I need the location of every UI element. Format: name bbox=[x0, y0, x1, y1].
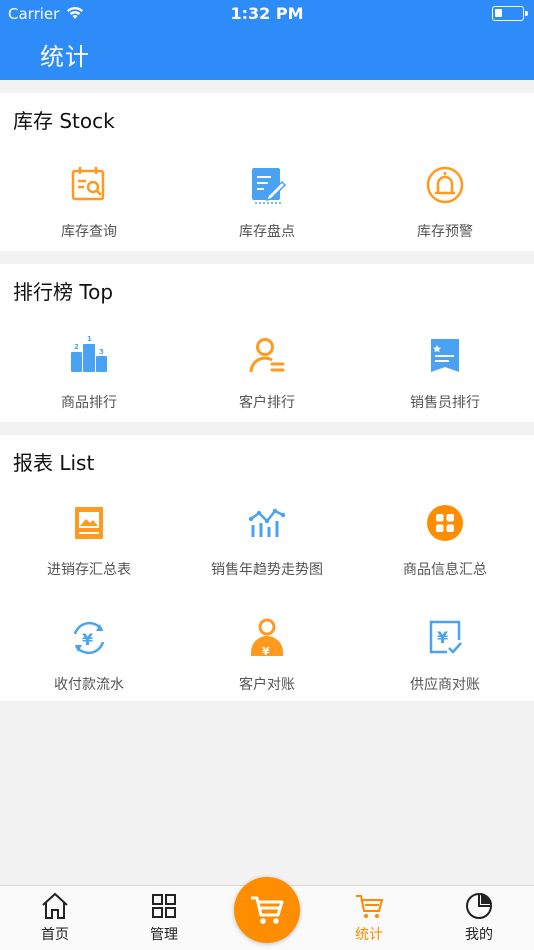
inventory-count-icon bbox=[252, 168, 287, 204]
product-ranking-item[interactable]: 2 1 3 商品排行 bbox=[0, 334, 178, 412]
yuan-check-icon: ¥ bbox=[429, 620, 462, 654]
payment-flow-item[interactable]: ¥ 收付款流水 bbox=[0, 616, 178, 694]
grid-icon bbox=[152, 894, 176, 918]
item-label: 库存预警 bbox=[417, 224, 473, 240]
item-label: 收付款流水 bbox=[54, 677, 124, 693]
svg-text:¥: ¥ bbox=[262, 645, 270, 658]
inventory-alarm-icon bbox=[426, 166, 464, 204]
tab-label: 我的 bbox=[465, 927, 493, 943]
svg-text:3: 3 bbox=[99, 348, 104, 356]
section-title: 报表 List bbox=[13, 451, 95, 475]
item-label: 销售员排行 bbox=[410, 395, 480, 411]
battery-icon bbox=[492, 6, 528, 21]
cart-icon bbox=[356, 895, 384, 918]
yuan-cycle-icon: ¥ bbox=[73, 621, 105, 655]
trend-chart-icon bbox=[248, 508, 286, 537]
tab-mine[interactable]: 我的 bbox=[439, 886, 519, 950]
item-label: 客户对账 bbox=[239, 677, 295, 693]
supplier-reconciliation-item[interactable]: ¥ 供应商对账 bbox=[356, 616, 534, 694]
tab-statistics[interactable]: 统计 bbox=[329, 886, 409, 950]
clock: 1:32 PM bbox=[230, 4, 304, 23]
svg-text:¥: ¥ bbox=[82, 630, 93, 649]
inventory-summary-item[interactable]: 进销存汇总表 bbox=[0, 501, 178, 579]
podium-icon: 2 1 3 bbox=[71, 335, 107, 372]
inventory-query-item[interactable]: 库存查询 bbox=[0, 163, 178, 241]
customer-reconciliation-item[interactable]: ¥ 客户对账 bbox=[178, 616, 356, 694]
top-bar: Carrier 1:32 PM 统计 bbox=[0, 0, 534, 80]
section-title: 排行榜 Top bbox=[13, 280, 114, 304]
svg-text:¥: ¥ bbox=[437, 628, 448, 647]
badge-list-icon bbox=[431, 339, 459, 372]
item-label: 供应商对账 bbox=[410, 677, 480, 693]
grid-circle-icon bbox=[427, 505, 463, 541]
item-label: 商品信息汇总 bbox=[403, 562, 487, 578]
customer-ranking-item[interactable]: 客户排行 bbox=[178, 334, 356, 412]
cart-icon bbox=[251, 896, 284, 924]
tab-manage[interactable]: 管理 bbox=[124, 886, 204, 950]
svg-text:2: 2 bbox=[74, 343, 79, 351]
item-label: 客户排行 bbox=[239, 395, 295, 411]
section-top: 排行榜 Top 2 1 3 商品排行 客户排行 销售员排行 bbox=[0, 264, 534, 422]
status-bar: Carrier 1:32 PM bbox=[0, 0, 534, 28]
home-icon bbox=[42, 892, 68, 919]
svg-text:1: 1 bbox=[87, 335, 92, 343]
section-title: 库存 Stock bbox=[13, 109, 115, 133]
tab-home[interactable]: 首页 bbox=[15, 886, 95, 950]
pie-icon bbox=[466, 893, 492, 919]
item-label: 商品排行 bbox=[61, 395, 117, 411]
picture-report-icon bbox=[75, 507, 103, 539]
item-label: 销售年趋势走势图 bbox=[211, 562, 323, 578]
customer-ranking-icon bbox=[249, 338, 285, 373]
item-label: 库存盘点 bbox=[239, 224, 295, 240]
inventory-search-icon bbox=[71, 167, 105, 201]
customer-yuan-icon: ¥ bbox=[251, 618, 283, 658]
product-info-summary-item[interactable]: 商品信息汇总 bbox=[356, 501, 534, 579]
section-stock: 库存 Stock 库存查询 库存盘点 库存预警 bbox=[0, 93, 534, 251]
item-label: 库存查询 bbox=[61, 224, 117, 240]
tab-label: 管理 bbox=[150, 927, 178, 943]
sales-trend-item[interactable]: 销售年趋势走势图 bbox=[178, 501, 356, 579]
item-label: 进销存汇总表 bbox=[47, 562, 131, 578]
page-title: 统计 bbox=[40, 43, 90, 71]
section-list: 报表 List 进销存汇总表 销售年趋势走势图 商品信息汇总 ¥ 收付款流水 ¥… bbox=[0, 435, 534, 701]
inventory-count-item[interactable]: 库存盘点 bbox=[178, 163, 356, 241]
tab-label: 统计 bbox=[355, 927, 383, 943]
inventory-alert-item[interactable]: 库存预警 bbox=[356, 163, 534, 241]
center-cart-button[interactable] bbox=[234, 877, 300, 943]
tab-label: 首页 bbox=[41, 927, 69, 943]
salesperson-ranking-item[interactable]: 销售员排行 bbox=[356, 334, 534, 412]
